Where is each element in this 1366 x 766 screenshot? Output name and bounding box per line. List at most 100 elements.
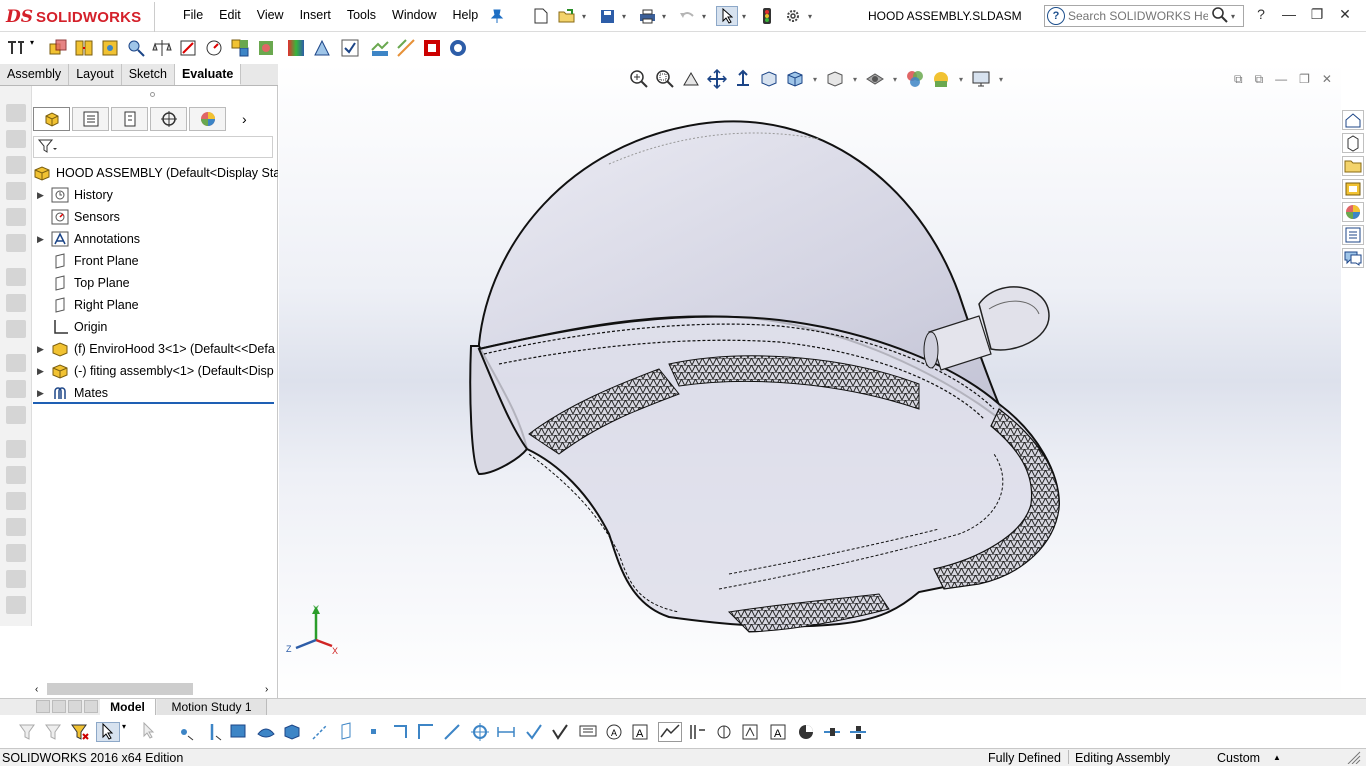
document-close-icon[interactable]: ✕ — [1322, 72, 1332, 87]
open-dropdown-icon[interactable]: ▾ — [582, 12, 592, 21]
save-icon[interactable] — [596, 6, 618, 26]
tree-horizontal-scrollbar[interactable]: ‹ › — [33, 682, 275, 696]
document-tile-left-icon[interactable]: ⧉ — [1234, 72, 1243, 87]
options-dropdown-icon[interactable]: ▾ — [808, 12, 818, 21]
import-diagnostics-icon[interactable] — [370, 38, 390, 58]
dimxpert-manager-tab[interactable] — [150, 107, 187, 131]
rollback-bar[interactable] — [33, 402, 274, 404]
filter-surface-finish-icon[interactable] — [524, 722, 544, 742]
tab-evaluate[interactable]: Evaluate — [174, 64, 242, 85]
tree-item-front-plane[interactable]: Front Plane — [33, 250, 278, 272]
draft-analysis-icon[interactable] — [312, 38, 332, 58]
section-properties-icon[interactable] — [178, 38, 198, 58]
expand-arrow-icon[interactable]: ▶ — [37, 366, 47, 377]
print-icon[interactable] — [636, 6, 658, 26]
tree-item-fiting-assembly[interactable]: ▶ (-) fiting assembly<1> (Default<Disp — [33, 360, 278, 382]
filter-edges-icon[interactable] — [204, 722, 224, 742]
curvature-icon[interactable] — [286, 38, 306, 58]
tree-item-envirohood[interactable]: ▶ (f) EnviroHood 3<1> (Default<<Defa — [33, 338, 278, 360]
previous-view-icon[interactable] — [680, 69, 702, 89]
document-minimize-icon[interactable]: — — [1275, 72, 1287, 87]
resize-grip-icon[interactable] — [1346, 750, 1362, 766]
filter-datum-targets-icon[interactable] — [688, 722, 708, 742]
scene-dropdown-icon[interactable]: ▾ — [956, 69, 966, 89]
units-up-arrow-icon[interactable]: ▲ — [1273, 753, 1281, 762]
search-dropdown-icon[interactable]: ▾ — [1231, 12, 1235, 21]
status-units[interactable]: Custom — [1217, 751, 1260, 765]
tree-filter[interactable] — [33, 136, 273, 158]
compare-documents-icon[interactable] — [422, 38, 442, 58]
deviation-analysis-icon[interactable] — [396, 38, 416, 58]
edit-appearance-icon[interactable] — [864, 69, 886, 89]
next-tab-icon[interactable] — [68, 700, 82, 713]
filter-datum-features-icon[interactable] — [658, 722, 682, 742]
interference-detection-icon[interactable] — [48, 38, 68, 58]
menu-edit[interactable]: Edit — [211, 8, 249, 22]
display-manager-tab[interactable] — [189, 107, 226, 131]
save-dropdown-icon[interactable]: ▾ — [622, 12, 632, 21]
filter-blocks-icon[interactable] — [740, 722, 760, 742]
tree-item-mates[interactable]: ▶ Mates — [33, 382, 278, 404]
hole-alignment-icon[interactable] — [100, 38, 120, 58]
filter-routing-points-icon[interactable] — [822, 722, 842, 742]
menu-tools[interactable]: Tools — [339, 8, 384, 22]
assembly-visualization-icon[interactable] — [230, 38, 250, 58]
tree-item-sensors[interactable]: Sensors — [33, 206, 278, 228]
filter-midpoints-icon[interactable] — [416, 722, 436, 742]
menu-insert[interactable]: Insert — [292, 8, 339, 22]
tree-root-hood-assembly[interactable]: HOOD ASSEMBLY (Default<Display State — [33, 162, 278, 184]
hood-assembly-model[interactable] — [279, 64, 1341, 698]
options-gear-icon[interactable] — [782, 6, 804, 26]
view-settings-icon[interactable] — [930, 69, 952, 89]
file-explorer-icon[interactable] — [1342, 156, 1364, 176]
chevron-right-icon[interactable]: › — [242, 111, 247, 127]
close-button[interactable]: ✕ — [1336, 6, 1354, 23]
search-icon[interactable] — [1212, 6, 1228, 26]
display-monitor-icon[interactable] — [970, 69, 992, 89]
panel-splitter-handle[interactable] — [150, 92, 155, 97]
performance-evaluation-icon[interactable] — [256, 38, 276, 58]
tab-layout[interactable]: Layout — [69, 64, 122, 85]
solidworks-resources-icon[interactable] — [1342, 110, 1364, 130]
filter-surface-bodies-icon[interactable] — [256, 722, 276, 742]
configuration-manager-tab[interactable] — [111, 107, 148, 131]
search-input[interactable] — [1068, 9, 1208, 23]
tree-item-top-plane[interactable]: Top Plane — [33, 272, 278, 294]
check-icon[interactable] — [340, 38, 360, 58]
view-palette-icon[interactable] — [1342, 179, 1364, 199]
scroll-left-icon[interactable]: ‹ — [35, 684, 38, 695]
tab-motion-study-1[interactable]: Motion Study 1 — [157, 699, 267, 715]
mass-properties-icon[interactable] — [152, 38, 172, 58]
tab-sketch[interactable]: Sketch — [121, 64, 175, 85]
zoom-to-area-icon[interactable] — [654, 69, 676, 89]
first-tab-icon[interactable] — [36, 700, 50, 713]
tree-item-right-plane[interactable]: Right Plane — [33, 294, 278, 316]
appearances-scenes-icon[interactable] — [1342, 202, 1364, 222]
menu-window[interactable]: Window — [384, 8, 444, 22]
filter-dimensions-icon[interactable] — [496, 722, 516, 742]
zoom-to-fit-icon[interactable] — [628, 69, 650, 89]
design-study-icon[interactable] — [6, 38, 26, 58]
graphics-area[interactable]: Y X Z — [279, 64, 1341, 698]
document-tile-right-icon[interactable]: ⧉ — [1255, 72, 1264, 87]
rebuild-icon[interactable] — [756, 6, 778, 26]
sensor-toolbar-icon[interactable] — [204, 38, 224, 58]
select-pointer-icon[interactable] — [96, 722, 120, 742]
expand-arrow-icon[interactable]: ▶ — [37, 344, 47, 355]
filter-dowel-pin-icon[interactable]: A — [768, 722, 788, 742]
clearance-verification-icon[interactable] — [74, 38, 94, 58]
select-through-icon[interactable] — [140, 721, 160, 742]
previous-tab-icon[interactable] — [52, 700, 66, 713]
design-library-icon[interactable] — [1342, 133, 1364, 153]
filter-funnel-icon[interactable] — [37, 138, 58, 157]
property-manager-tab[interactable] — [72, 107, 109, 131]
filter-weld-symbols-icon[interactable]: A — [630, 722, 650, 742]
open-folder-icon[interactable] — [556, 6, 578, 26]
select-arrow-icon[interactable] — [716, 6, 738, 26]
print-dropdown-icon[interactable]: ▾ — [662, 12, 672, 21]
appearance-dropdown-icon[interactable]: ▾ — [890, 69, 900, 89]
display-style-icon[interactable] — [784, 69, 806, 89]
tab-assembly[interactable]: Assembly — [0, 64, 70, 85]
clear-filters-icon[interactable] — [70, 722, 90, 742]
measure-icon[interactable] — [126, 38, 146, 58]
